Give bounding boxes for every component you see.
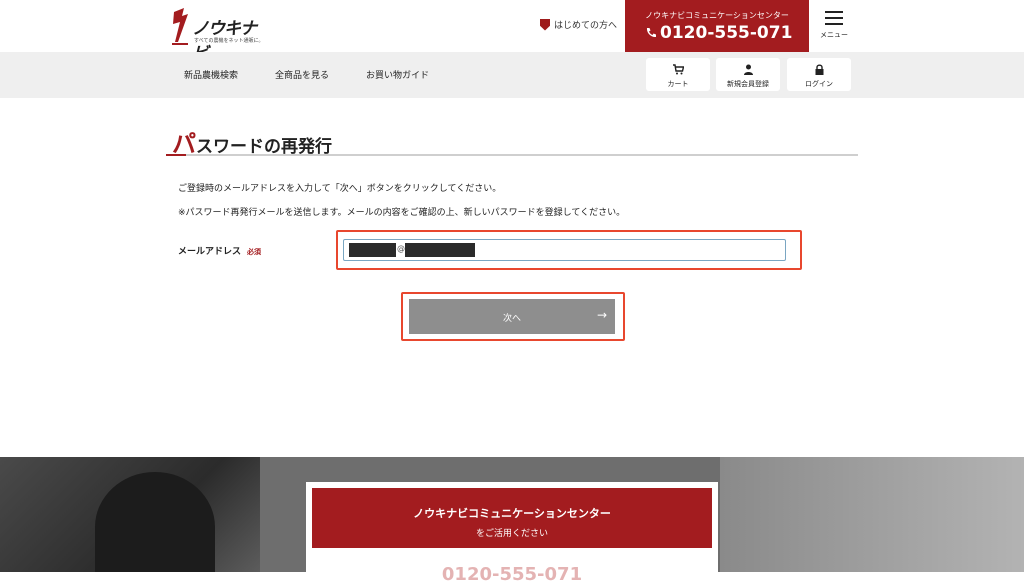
cart-button[interactable]: カート — [646, 58, 710, 91]
register-button[interactable]: 新規会員登録 — [716, 58, 780, 91]
lock-icon — [815, 64, 824, 75]
footer-phone-number[interactable]: 0120-555-071 — [306, 564, 718, 585]
login-label: ログイン — [805, 80, 833, 88]
redacted-domain — [405, 243, 475, 257]
page-title-block: パスワードの再発行 — [166, 120, 858, 158]
email-label-text: メールアドレス — [178, 247, 242, 257]
next-button-label: 次へ — [502, 314, 521, 324]
call-center-box[interactable]: ノウキナビコミュニケーションセンター 0120-555-071 — [625, 0, 809, 52]
menu-button[interactable]: メニュー — [816, 8, 852, 44]
required-badge: 必須 — [247, 248, 262, 256]
nav-item-shopping-guide[interactable]: お買い物ガイド — [366, 68, 429, 81]
phone-number: 0120-555-071 — [660, 23, 793, 43]
operator-photo — [95, 472, 215, 572]
banner-subtitle: をご活用ください — [475, 529, 548, 539]
logo-mark-icon — [172, 8, 188, 45]
first-time-label: はじめての方へ — [554, 21, 618, 31]
instruction-text: ご登録時のメールアドレスを入力して「次へ」ボタンをクリックしてください。 — [178, 184, 502, 194]
title-accent — [166, 154, 186, 156]
next-button[interactable]: 次へ → — [409, 299, 615, 334]
nav-item-all-products[interactable]: 全商品を見る — [275, 68, 329, 81]
call-center-banner: ノウキナビコミュニケーションセンター をご活用ください — [312, 488, 712, 548]
nav-bar: 新品農機検索 全商品を見る お買い物ガイド カート 新規会員登録 ログイン — [0, 52, 1024, 98]
site-header: ノウキナビ すべての農機をネット通販に。 はじめての方へ ノウキナビコミュニケー… — [0, 0, 1024, 64]
email-label: メールアドレス 必須 — [178, 244, 261, 257]
call-center-card: ノウキナビコミュニケーションセンター をご活用ください 0120-555-071 — [306, 482, 718, 585]
cart-label: カート — [667, 80, 689, 88]
cart-icon — [673, 64, 684, 75]
hamburger-icon — [825, 11, 843, 25]
notice-text: ※パスワード再発行メールを送信します。メールの内容をご確認の上、新しいパスワード… — [178, 208, 626, 218]
call-center-phone: 0120-555-071 — [645, 23, 792, 43]
title-divider — [166, 154, 858, 156]
site-logo[interactable]: ノウキナビ すべての農機をネット通販に。 — [170, 6, 265, 64]
shield-icon — [540, 18, 550, 31]
phone-icon — [646, 28, 656, 38]
email-at-sign: @ — [397, 244, 405, 253]
menu-label: メニュー — [820, 31, 848, 39]
call-center-caption: ノウキナビコミュニケーションセンター — [645, 11, 789, 20]
redacted-local-part — [349, 243, 396, 257]
first-time-link[interactable]: はじめての方へ — [540, 18, 617, 31]
email-field[interactable]: @ — [343, 239, 786, 261]
nav-item-new-machines[interactable]: 新品農機検索 — [184, 68, 238, 81]
banner-title: ノウキナビコミュニケーションセンター — [413, 507, 611, 520]
logo-tagline: すべての農機をネット通販に。 — [194, 38, 264, 44]
login-button[interactable]: ログイン — [787, 58, 851, 91]
register-label: 新規会員登録 — [727, 80, 769, 88]
arrow-right-icon: → — [596, 308, 607, 322]
user-icon — [744, 64, 753, 75]
footer-photo-right — [720, 457, 1024, 572]
